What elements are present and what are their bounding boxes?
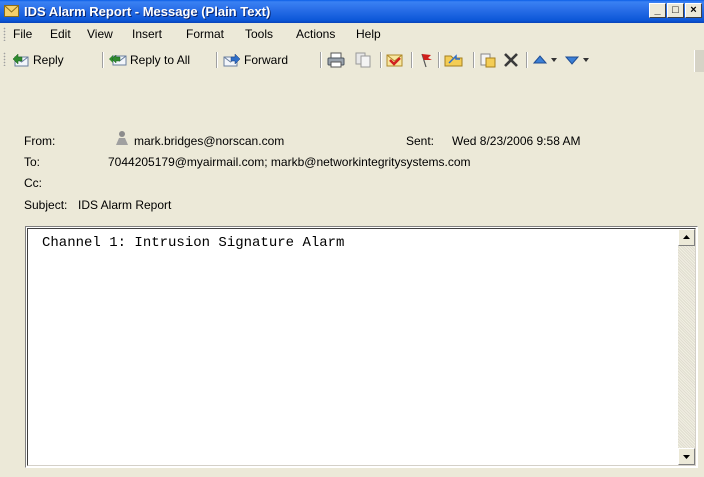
- minimize-button[interactable]: _: [649, 3, 666, 18]
- move-to-folder-button[interactable]: [444, 50, 464, 70]
- print-icon: [327, 52, 345, 68]
- forward-button[interactable]: Forward: [223, 50, 288, 70]
- reply-button[interactable]: Reply: [12, 50, 64, 70]
- scroll-down-button[interactable]: [678, 448, 695, 465]
- next-item-button[interactable]: [564, 50, 590, 70]
- reply-all-icon: [109, 54, 127, 66]
- menu-insert[interactable]: Insert: [132, 27, 162, 41]
- menu-file[interactable]: File: [13, 27, 32, 41]
- subject-value: IDS Alarm Report: [78, 198, 172, 212]
- toolbar-separator: [473, 52, 475, 68]
- toolbar-separator: [380, 52, 382, 68]
- menu-edit[interactable]: Edit: [50, 27, 71, 41]
- menu-grip-icon[interactable]: [3, 27, 6, 41]
- reply-icon: [12, 53, 29, 67]
- envelope-icon: [4, 5, 19, 17]
- menu-format[interactable]: Format: [186, 27, 224, 41]
- to-label: To:: [24, 155, 41, 169]
- sent-value: Wed 8/23/2006 9:58 AM: [452, 134, 581, 148]
- previous-item-button[interactable]: [532, 50, 558, 70]
- menu-help[interactable]: Help: [356, 27, 381, 41]
- from-value[interactable]: mark.bridges@norscan.com: [134, 134, 284, 148]
- toolbar-separator: [102, 52, 104, 68]
- reply-label: Reply: [33, 53, 64, 67]
- flag-icon: [421, 53, 432, 68]
- delete-button[interactable]: [502, 50, 520, 70]
- close-button[interactable]: ×: [685, 3, 702, 18]
- standard-toolbar: Reply Reply to All Forward: [0, 45, 704, 75]
- next-arrow-icon: [564, 56, 589, 65]
- message-window: IDS Alarm Report - Message (Plain Text) …: [0, 0, 704, 477]
- toolbar-separator: [216, 52, 218, 68]
- message-body-text[interactable]: Channel 1: Intrusion Signature Alarm: [42, 235, 344, 251]
- scroll-up-arrow-icon: [683, 235, 690, 239]
- maximize-button[interactable]: □: [667, 3, 684, 18]
- message-body-frame: Channel 1: Intrusion Signature Alarm: [27, 228, 696, 466]
- previous-arrow-icon: [532, 55, 557, 64]
- message-body[interactable]: Channel 1: Intrusion Signature Alarm: [25, 226, 698, 468]
- scroll-up-button[interactable]: [678, 229, 695, 246]
- copy-icon: [355, 52, 371, 68]
- to-value[interactable]: 7044205179@myairmail.com; markb@networki…: [108, 155, 471, 169]
- contact-person-icon: [116, 131, 128, 145]
- cc-label: Cc:: [24, 176, 42, 190]
- reply-all-button[interactable]: Reply to All: [109, 50, 190, 70]
- delete-x-icon: [504, 53, 518, 67]
- toolbar-separator: [438, 52, 440, 68]
- subject-label: Subject:: [24, 198, 68, 212]
- move-icon: [480, 53, 496, 68]
- from-label: From:: [24, 134, 56, 148]
- print-button[interactable]: [327, 50, 345, 70]
- sent-label: Sent:: [406, 134, 435, 148]
- copy-button[interactable]: [354, 50, 372, 70]
- toolbar-separator: [526, 52, 528, 68]
- menu-view[interactable]: View: [87, 27, 113, 41]
- forward-icon: [223, 53, 241, 67]
- title-bar[interactable]: IDS Alarm Report - Message (Plain Text) …: [0, 0, 704, 23]
- move-button[interactable]: [479, 50, 497, 70]
- categorize-button[interactable]: [386, 50, 404, 70]
- scroll-down-arrow-icon: [683, 455, 690, 459]
- window-title: IDS Alarm Report - Message (Plain Text): [24, 4, 271, 19]
- vertical-scrollbar[interactable]: [678, 229, 695, 465]
- menu-tools[interactable]: Tools: [245, 27, 273, 41]
- toolbar-separator: [411, 52, 413, 68]
- reply-all-label: Reply to All: [130, 53, 191, 67]
- menu-bar: File Edit View Insert Format Tools Actio…: [0, 23, 704, 45]
- toolbar-grip-icon[interactable]: [3, 52, 6, 66]
- forward-label: Forward: [244, 53, 289, 67]
- toolbar-separator: [320, 52, 322, 68]
- envelope-red-icon: [386, 54, 403, 67]
- folder-icon: [444, 54, 463, 67]
- toolbar-options-chevron-icon[interactable]: [694, 50, 704, 72]
- flag-button[interactable]: [417, 50, 435, 70]
- menu-actions[interactable]: Actions: [296, 27, 335, 41]
